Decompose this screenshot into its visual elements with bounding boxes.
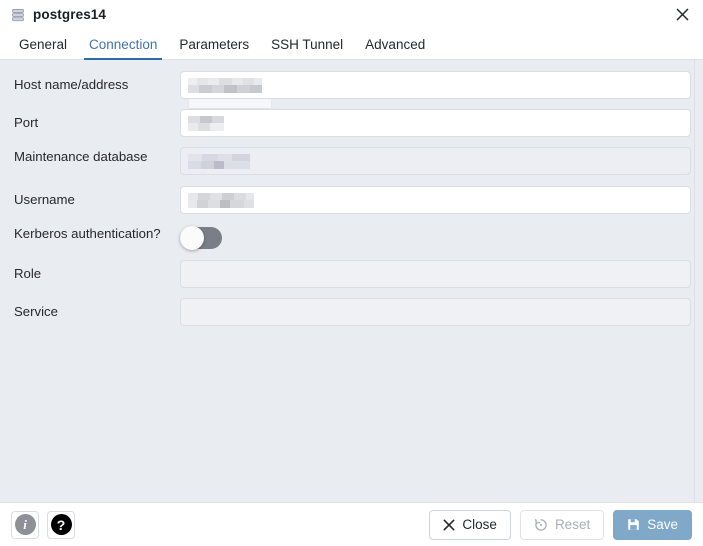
label-role: Role bbox=[14, 266, 42, 281]
form-row-role: Role bbox=[0, 260, 703, 288]
username-input[interactable] bbox=[180, 186, 691, 214]
close-x-icon bbox=[443, 519, 455, 531]
control-kerberos-authentication bbox=[180, 224, 691, 250]
control-port bbox=[180, 109, 691, 137]
maintenance-database-input[interactable] bbox=[180, 147, 691, 175]
tab-ssh-tunnel[interactable]: SSH Tunnel bbox=[260, 29, 354, 59]
server-stack-icon bbox=[11, 8, 25, 22]
tab-parameters[interactable]: Parameters bbox=[168, 29, 260, 59]
role-input[interactable] bbox=[180, 260, 691, 288]
tab-connection[interactable]: Connection bbox=[78, 29, 168, 60]
close-button-label: Close bbox=[462, 517, 497, 532]
form-row-port: Port bbox=[0, 109, 703, 137]
help-badge-label: ? bbox=[50, 514, 72, 535]
tab-advanced[interactable]: Advanced bbox=[354, 29, 436, 59]
control-role bbox=[180, 260, 691, 288]
connection-form: Host name/address Port Maintenance datab… bbox=[0, 60, 703, 326]
help-icon[interactable]: ? bbox=[47, 510, 75, 539]
service-input[interactable] bbox=[180, 298, 691, 326]
tab-parameters-label: Parameters bbox=[179, 36, 250, 52]
footer-right-group: Close Reset Save bbox=[429, 509, 692, 540]
control-service bbox=[180, 298, 691, 326]
control-maintenance-database bbox=[180, 147, 691, 175]
tab-advanced-label: Advanced bbox=[365, 36, 426, 52]
tab-connection-label: Connection bbox=[89, 36, 158, 52]
label-username: Username bbox=[14, 192, 75, 207]
form-row-host: Host name/address bbox=[0, 71, 703, 108]
toggle-knob bbox=[180, 226, 204, 250]
redacted-value bbox=[188, 192, 254, 208]
redacted-value bbox=[188, 77, 262, 93]
redacted-value bbox=[188, 115, 224, 131]
form-row-kerberos: Kerberos authentication? bbox=[0, 224, 703, 250]
titlebar-left-group: postgres14 bbox=[11, 7, 106, 22]
label-service: Service bbox=[14, 304, 58, 319]
info-icon[interactable]: i bbox=[11, 510, 39, 539]
form-row-service: Service bbox=[0, 298, 703, 326]
form-row-maintenance-database: Maintenance database bbox=[0, 147, 703, 175]
dialog-titlebar: postgres14 bbox=[0, 0, 703, 29]
port-input[interactable] bbox=[180, 109, 691, 137]
redacted-value bbox=[188, 153, 250, 169]
dialog-footer: i ? Close Reset Save bbox=[0, 502, 703, 546]
connection-form-panel: Host name/address Port Maintenance datab… bbox=[0, 60, 703, 502]
host-autocomplete-panel[interactable] bbox=[189, 99, 271, 108]
dialog-title: postgres14 bbox=[33, 7, 107, 22]
form-vertical-scrollbar[interactable] bbox=[694, 60, 703, 502]
save-button[interactable]: Save bbox=[613, 509, 692, 540]
reset-button[interactable]: Reset bbox=[519, 509, 605, 540]
label-host-name: Host name/address bbox=[14, 77, 129, 92]
label-maintenance-database: Maintenance database bbox=[14, 149, 148, 164]
label-port: Port bbox=[14, 115, 39, 130]
reset-button-label: Reset bbox=[554, 517, 591, 532]
save-floppy-icon bbox=[627, 518, 640, 531]
tab-general[interactable]: General bbox=[8, 29, 78, 59]
connection-dialog: postgres14 General Connection Parameters… bbox=[0, 0, 703, 546]
info-badge-label: i bbox=[14, 514, 36, 535]
reset-undo-icon bbox=[534, 518, 548, 532]
tab-general-label: General bbox=[19, 36, 68, 52]
control-host-name bbox=[180, 71, 691, 108]
close-icon[interactable] bbox=[661, 0, 703, 29]
close-button[interactable]: Close bbox=[429, 509, 511, 540]
label-kerberos-authentication: Kerberos authentication? bbox=[14, 226, 161, 241]
dialog-tabbar: General Connection Parameters SSH Tunnel… bbox=[0, 29, 703, 60]
footer-left-group: i ? bbox=[11, 510, 75, 539]
form-row-username: Username bbox=[0, 186, 703, 214]
host-name-input[interactable] bbox=[180, 71, 691, 99]
control-username bbox=[180, 186, 691, 214]
save-button-label: Save bbox=[647, 517, 678, 532]
kerberos-authentication-toggle[interactable] bbox=[180, 226, 222, 250]
tab-ssh-tunnel-label: SSH Tunnel bbox=[271, 36, 344, 52]
